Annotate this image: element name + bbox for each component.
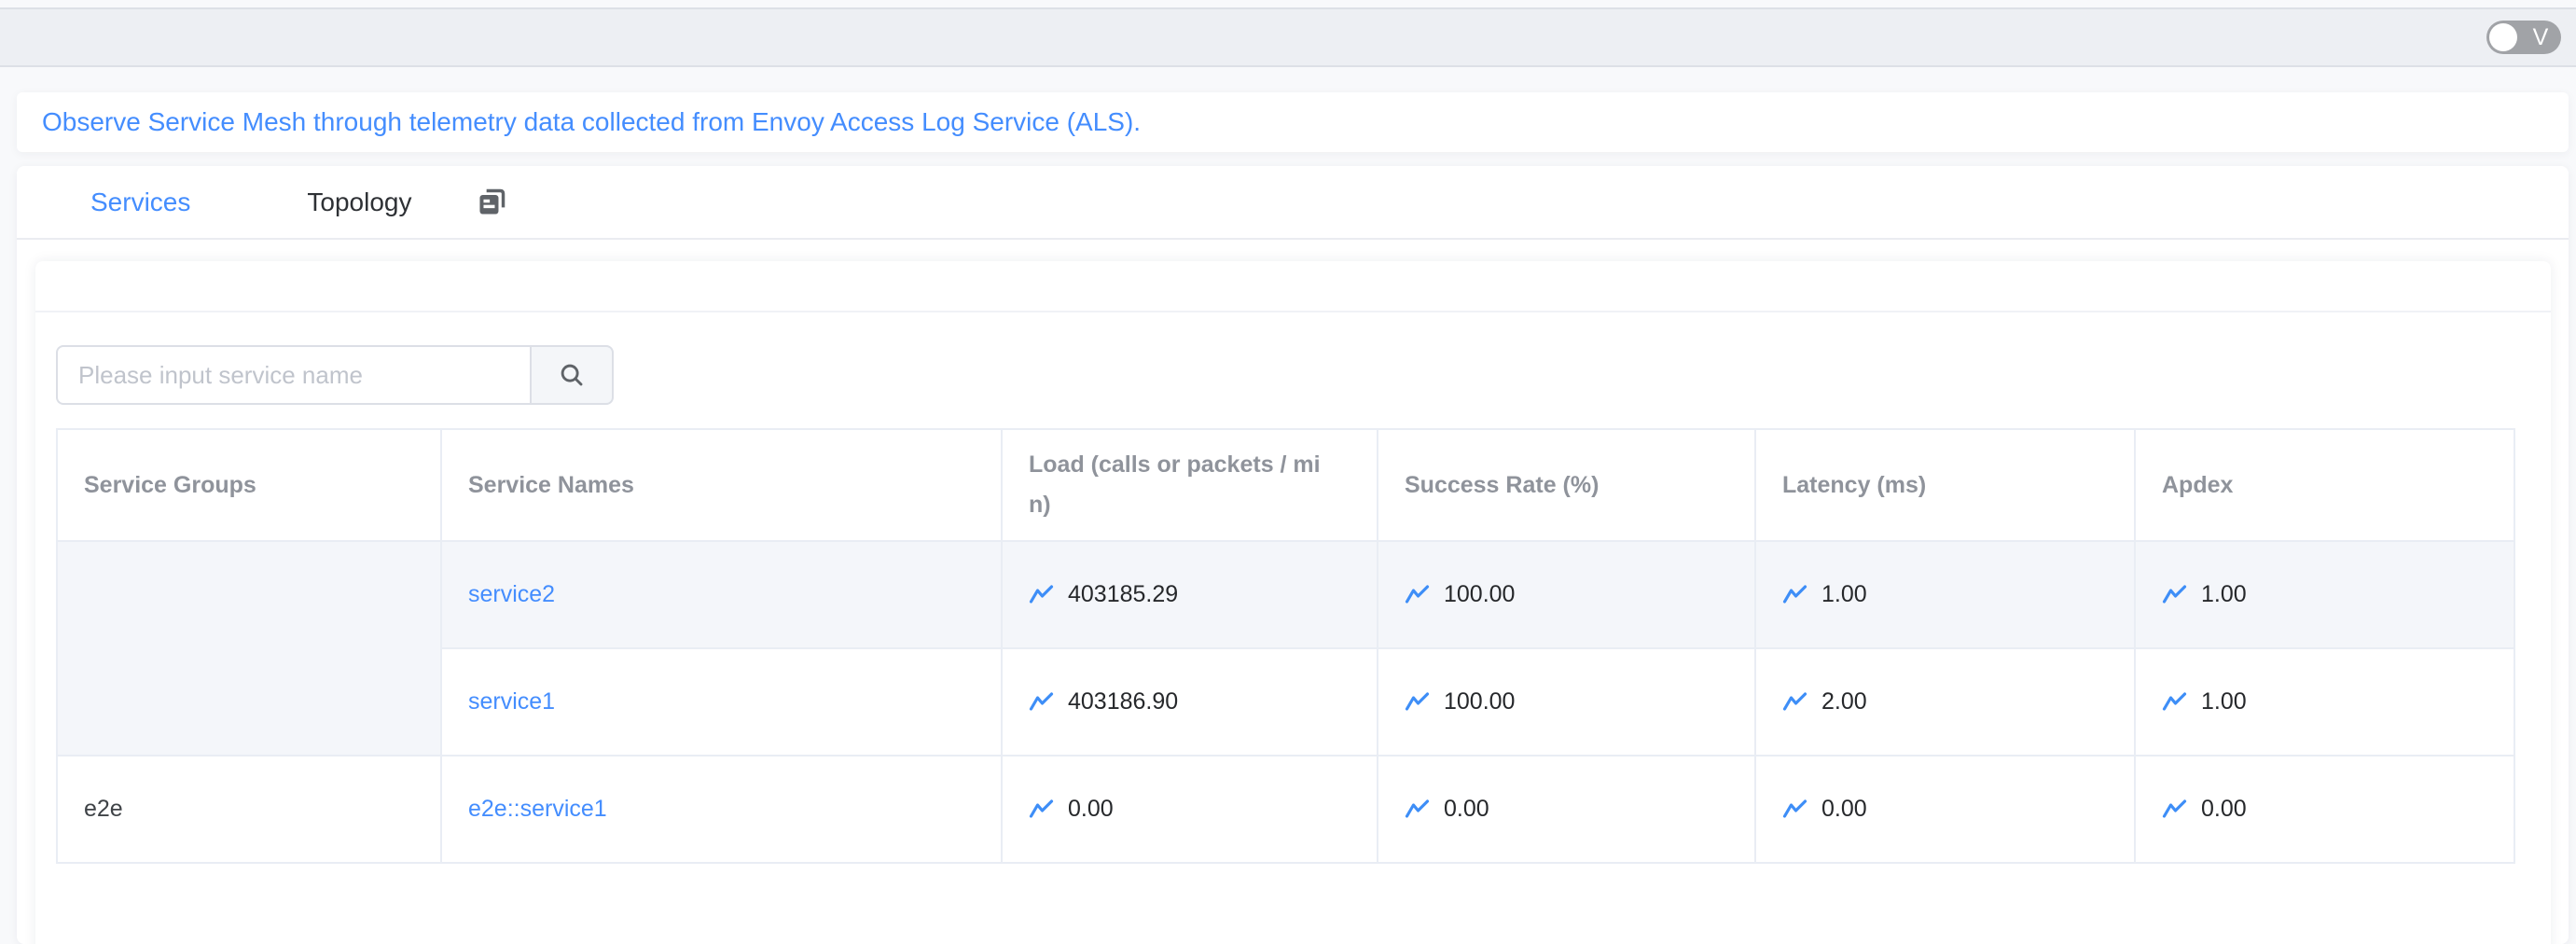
metric-success-rate: 100.00 bbox=[1405, 688, 1736, 715]
metric-load: 0.00 bbox=[1029, 796, 1358, 823]
trend-line-icon bbox=[1029, 798, 1054, 821]
card-body: Service Groups Service Names Load (calls… bbox=[35, 312, 2551, 864]
trend-line-icon bbox=[1029, 691, 1054, 714]
trend-line-icon bbox=[1782, 584, 1807, 606]
service-link[interactable]: service1 bbox=[468, 688, 555, 715]
metric-load: 403186.90 bbox=[1029, 688, 1358, 715]
tab-topology[interactable]: Topology bbox=[307, 187, 411, 217]
trend-line-icon bbox=[2162, 691, 2187, 714]
services-table: Service Groups Service Names Load (calls… bbox=[56, 428, 2515, 864]
header-success-rate: Success Rate (%) bbox=[1378, 429, 1755, 541]
trend-line-icon bbox=[1782, 691, 1807, 714]
trend-line-icon bbox=[1405, 798, 1430, 821]
card-header bbox=[35, 261, 2551, 312]
top-bar: V bbox=[0, 7, 2576, 67]
trend-line-icon bbox=[2162, 584, 2187, 606]
header-latency: Latency (ms) bbox=[1755, 429, 2135, 541]
trend-line-icon bbox=[1029, 584, 1054, 606]
metric-apdex: 1.00 bbox=[2162, 688, 2495, 715]
metric-success-rate: 0.00 bbox=[1405, 796, 1736, 823]
documents-button[interactable] bbox=[477, 187, 506, 217]
search-button[interactable] bbox=[530, 345, 614, 405]
metric-latency: 2.00 bbox=[1782, 688, 2115, 715]
version-toggle[interactable]: V bbox=[2486, 21, 2561, 54]
group-cell: e2e bbox=[57, 756, 441, 863]
banner: Observe Service Mesh through telemetry d… bbox=[17, 92, 2569, 152]
group-cell bbox=[57, 541, 441, 756]
metric-apdex: 1.00 bbox=[2162, 581, 2495, 608]
search-icon bbox=[558, 361, 586, 389]
metric-latency: 0.00 bbox=[1782, 796, 2115, 823]
trend-line-icon bbox=[1405, 584, 1430, 606]
search-row bbox=[56, 345, 2551, 405]
documents-icon bbox=[477, 187, 506, 217]
metric-success-rate: 100.00 bbox=[1405, 581, 1736, 608]
header-service-names: Service Names bbox=[441, 429, 1002, 541]
header-apdex: Apdex bbox=[2135, 429, 2514, 541]
banner-text: Observe Service Mesh through telemetry d… bbox=[42, 107, 1141, 137]
tab-services[interactable]: Services bbox=[90, 187, 190, 217]
search-input[interactable] bbox=[56, 345, 530, 405]
metric-apdex: 0.00 bbox=[2162, 796, 2495, 823]
service-link[interactable]: service2 bbox=[468, 581, 555, 607]
trend-line-icon bbox=[1405, 691, 1430, 714]
main-panel: Services Topology bbox=[17, 166, 2569, 944]
header-service-groups: Service Groups bbox=[57, 429, 441, 541]
trend-line-icon bbox=[2162, 798, 2187, 821]
service-link[interactable]: e2e::service1 bbox=[468, 796, 607, 822]
services-card: Service Groups Service Names Load (calls… bbox=[35, 261, 2551, 944]
tab-bar: Services Topology bbox=[17, 166, 2569, 240]
toggle-label: V bbox=[2520, 21, 2561, 54]
table-row: service2 403185.29 100.00 1.00 1 bbox=[57, 541, 2514, 648]
header-load: Load (calls or packets / min) bbox=[1002, 429, 1378, 541]
metric-latency: 1.00 bbox=[1782, 581, 2115, 608]
toggle-knob-icon bbox=[2489, 23, 2517, 51]
table-header-row: Service Groups Service Names Load (calls… bbox=[57, 429, 2514, 541]
metric-load: 403185.29 bbox=[1029, 581, 1358, 608]
trend-line-icon bbox=[1782, 798, 1807, 821]
table-row: e2e e2e::service1 0.00 0.00 0.00 bbox=[57, 756, 2514, 863]
